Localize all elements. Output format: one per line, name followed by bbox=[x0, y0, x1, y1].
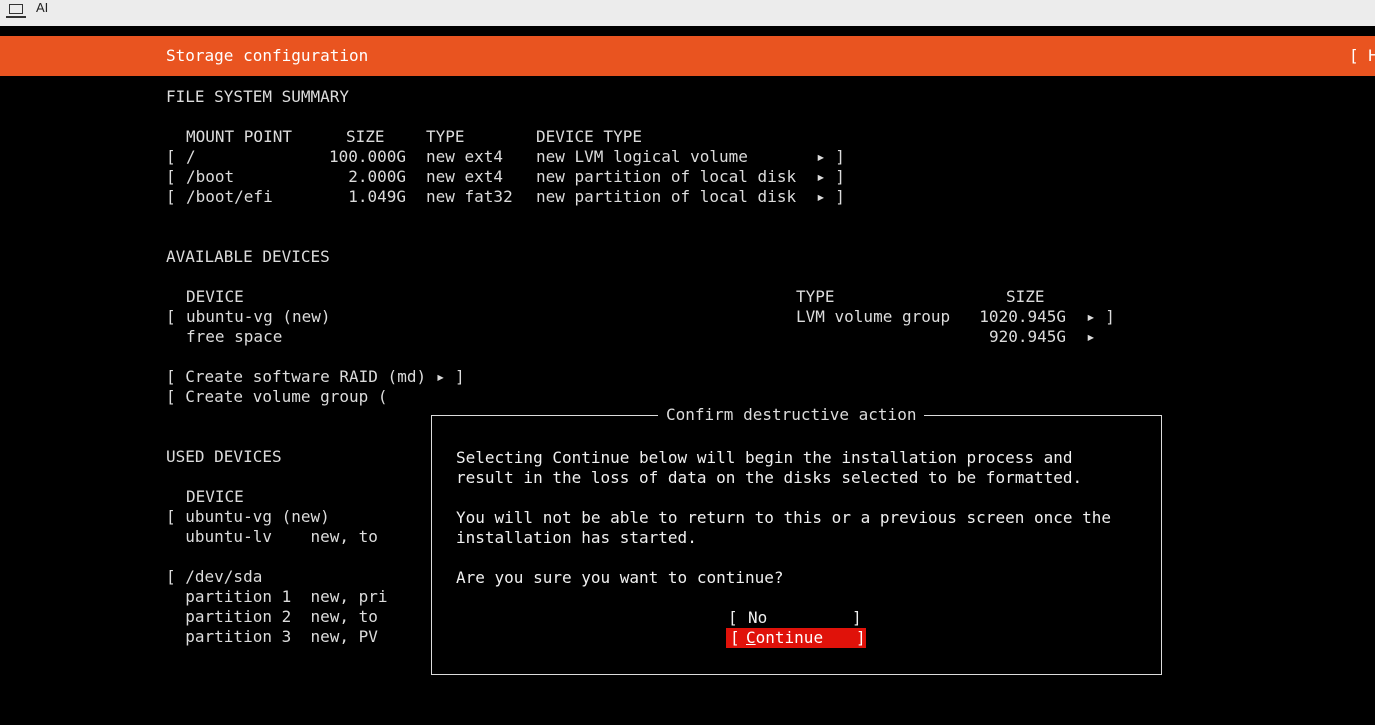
continue-label: ontinue bbox=[755, 628, 824, 647]
button-bracket-open: [ bbox=[728, 608, 738, 627]
col-size: SIZE bbox=[346, 127, 385, 146]
device-type: new partition of local disk bbox=[536, 167, 797, 186]
used-row-partition-1: partition 1 new, pri bbox=[166, 587, 388, 606]
confirm-dialog: Confirm destructive action Selecting Con… bbox=[431, 405, 1162, 675]
used-devices-heading: USED DEVICES bbox=[166, 447, 282, 466]
window-title: AI bbox=[36, 0, 49, 15]
used-row-ubuntu-lv: ubuntu-lv new, to bbox=[166, 527, 378, 546]
create-volume-group-button[interactable]: [ Create volume group ( bbox=[166, 387, 388, 407]
menu-arrow-icon: ▸ ] bbox=[816, 167, 845, 186]
col-type: TYPE bbox=[796, 287, 835, 306]
row-bracket: [ bbox=[166, 167, 176, 186]
menu-arrow-icon: ▸ ] bbox=[816, 187, 845, 206]
mount-point: / bbox=[186, 147, 196, 166]
dialog-text-line: Selecting Continue below will begin the … bbox=[456, 448, 1073, 467]
continue-button[interactable]: [ Continue ] bbox=[726, 628, 866, 648]
dialog-question: Are you sure you want to continue? bbox=[456, 568, 784, 587]
no-button[interactable]: [ No ] bbox=[728, 608, 862, 628]
terminal-screen: Storage configuration [ H FILE SYSTEM SU… bbox=[0, 26, 1375, 725]
installer-header: Storage configuration [ H bbox=[0, 36, 1375, 76]
available-devices-heading: AVAILABLE DEVICES bbox=[166, 247, 330, 266]
device-size: 920.945G bbox=[988, 327, 1066, 346]
col-type: TYPE bbox=[426, 127, 465, 146]
device-name: free space bbox=[186, 327, 283, 346]
page-title: Storage configuration bbox=[166, 46, 369, 65]
dialog-text-line: installation has started. bbox=[456, 528, 697, 547]
used-row-ubuntu-vg[interactable]: [ ubuntu-vg (new) bbox=[166, 507, 330, 527]
fs-type: new ext4 bbox=[426, 147, 504, 166]
button-bracket-close: ] bbox=[852, 608, 862, 627]
button-bracket-open: [ bbox=[730, 628, 740, 647]
button-bracket-close: ] bbox=[856, 628, 866, 647]
device-name: ubuntu-vg (new) bbox=[186, 307, 331, 326]
used-row-partition-2: partition 2 new, to bbox=[166, 607, 378, 626]
help-button[interactable]: [ H bbox=[1349, 46, 1375, 66]
row-bracket: [ bbox=[166, 147, 176, 166]
used-row-dev-sda[interactable]: [ /dev/sda bbox=[166, 567, 262, 587]
menu-arrow-icon: ▸ ] bbox=[816, 147, 845, 166]
fs-type: new ext4 bbox=[426, 167, 504, 186]
mount-point: /boot bbox=[186, 167, 235, 186]
col-size: SIZE bbox=[1006, 287, 1045, 306]
fs-summary-heading: FILE SYSTEM SUMMARY bbox=[166, 87, 350, 106]
dialog-text-line: result in the loss of data on the disks … bbox=[456, 468, 1083, 487]
used-row-partition-3: partition 3 new, PV bbox=[166, 627, 378, 646]
size: 1.049G bbox=[348, 187, 406, 206]
window-titlebar: AI bbox=[0, 0, 1375, 27]
col-device: DEVICE bbox=[186, 487, 244, 506]
menu-arrow-icon: ▸ ] bbox=[1086, 307, 1115, 326]
continue-hotkey: C bbox=[746, 628, 756, 647]
device-type: new partition of local disk bbox=[536, 187, 797, 206]
row-bracket: [ bbox=[166, 307, 176, 326]
create-raid-button[interactable]: [ Create software RAID (md) ▸ ] bbox=[166, 367, 465, 387]
col-device-type: DEVICE TYPE bbox=[536, 127, 642, 146]
device-size: 1020.945G bbox=[979, 307, 1066, 326]
size: 2.000G bbox=[348, 167, 406, 186]
window-icon bbox=[6, 4, 26, 18]
col-device: DEVICE bbox=[186, 287, 244, 306]
device-type: LVM volume group bbox=[796, 307, 951, 326]
menu-arrow-icon: ▸ bbox=[1086, 327, 1096, 346]
mount-point: /boot/efi bbox=[186, 187, 273, 206]
no-label: No bbox=[748, 608, 768, 627]
dialog-title: Confirm destructive action bbox=[658, 405, 925, 425]
dialog-text-line: You will not be able to return to this o… bbox=[456, 508, 1112, 527]
device-type: new LVM logical volume bbox=[536, 147, 748, 166]
fs-type: new fat32 bbox=[426, 187, 513, 206]
size: 100.000G bbox=[328, 147, 406, 166]
col-mount-point: MOUNT POINT bbox=[186, 127, 292, 146]
row-bracket: [ bbox=[166, 187, 176, 206]
